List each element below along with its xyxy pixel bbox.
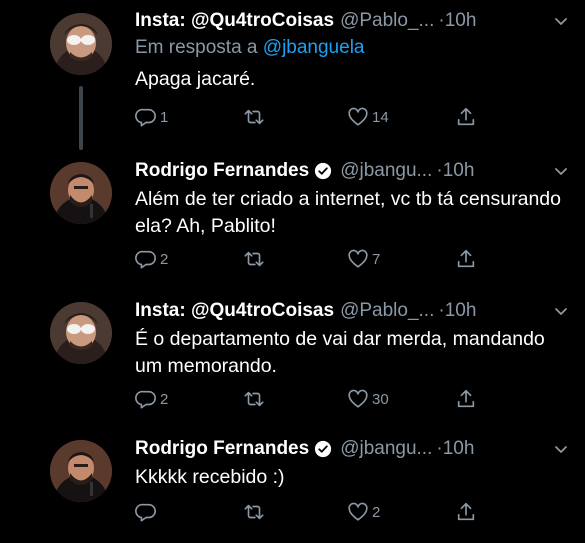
reply-icon	[135, 250, 156, 269]
conversation-thread: Insta: @Qu4troCoisas @Pablo_... · 10h Em…	[0, 0, 585, 543]
share-icon	[457, 389, 475, 408]
user-handle[interactable]: @jbangu...	[340, 160, 432, 182]
tweet-text: Além de ter criado a internet, vc tb tá …	[135, 188, 561, 237]
share-icon	[457, 107, 475, 126]
reply-button[interactable]: 2	[135, 247, 168, 271]
heart-icon	[348, 389, 368, 408]
like-count: 2	[372, 503, 381, 521]
tweet-actions: 2 7	[135, 247, 569, 271]
display-name[interactable]: Rodrigo Fernandes	[135, 160, 309, 182]
share-icon	[457, 249, 475, 268]
tweet-actions: 2	[135, 500, 569, 524]
tweet-actions: 2 30	[135, 387, 569, 411]
user-handle[interactable]: @jbangu...	[340, 438, 432, 460]
tweet-text: É o departamento de vai dar merda, manda…	[135, 328, 545, 377]
reply-icon	[135, 503, 156, 522]
tweet[interactable]: Rodrigo Fernandes @jbangu... · 10h Além …	[0, 150, 585, 290]
tweet[interactable]: Rodrigo Fernandes @jbangu... · 10h Kkkkk…	[0, 428, 585, 543]
retweet-button[interactable]	[243, 387, 268, 411]
share-button[interactable]	[455, 105, 477, 129]
display-name[interactable]: Insta: @Qu4troCoisas	[135, 10, 334, 32]
tweet-text: Apaga jacaré.	[135, 68, 256, 90]
like-button[interactable]: 30	[347, 387, 389, 411]
user-handle[interactable]: @Pablo_...	[340, 300, 434, 322]
reply-button[interactable]	[135, 500, 160, 524]
timestamp[interactable]: 10h	[443, 160, 475, 182]
reply-button[interactable]: 2	[135, 387, 168, 411]
retweet-button[interactable]	[243, 500, 268, 524]
share-button[interactable]	[455, 387, 477, 411]
retweet-icon	[244, 504, 264, 520]
chevron-down-icon[interactable]	[553, 163, 569, 179]
retweet-button[interactable]	[243, 105, 268, 129]
tweet-header: Insta: @Qu4troCoisas @Pablo_... · 10h	[135, 8, 569, 34]
reply-icon	[135, 390, 156, 409]
reply-context: Em resposta a @jbanguela	[135, 34, 569, 62]
tweet[interactable]: Insta: @Qu4troCoisas @Pablo_... · 10h É …	[0, 290, 585, 428]
tweet-actions: 1 14	[135, 105, 569, 129]
avatar[interactable]	[50, 162, 112, 224]
like-count: 30	[372, 390, 389, 408]
heart-icon	[348, 502, 368, 521]
timestamp[interactable]: 10h	[445, 300, 477, 322]
reply-mention-link[interactable]: @jbanguela	[263, 37, 365, 58]
like-button[interactable]: 7	[347, 247, 380, 271]
retweet-button[interactable]	[243, 247, 268, 271]
heart-icon	[348, 249, 368, 268]
retweet-icon	[244, 251, 264, 267]
timestamp[interactable]: 10h	[445, 10, 477, 32]
chevron-down-icon[interactable]	[553, 441, 569, 457]
tweet[interactable]: Insta: @Qu4troCoisas @Pablo_... · 10h Em…	[0, 0, 585, 150]
chevron-down-icon[interactable]	[553, 13, 569, 29]
reply-count: 1	[160, 108, 169, 126]
tweet-header: Insta: @Qu4troCoisas @Pablo_... · 10h	[135, 298, 569, 324]
reply-count: 2	[160, 390, 169, 408]
user-handle[interactable]: @Pablo_...	[340, 10, 434, 32]
like-count: 14	[372, 108, 389, 126]
avatar[interactable]	[50, 302, 112, 364]
reply-button[interactable]: 1	[135, 105, 168, 129]
reply-prefix: Em resposta a	[135, 37, 263, 58]
timestamp[interactable]: 10h	[443, 438, 475, 460]
display-name[interactable]: Insta: @Qu4troCoisas	[135, 300, 334, 322]
display-name[interactable]: Rodrigo Fernandes	[135, 438, 309, 460]
share-icon	[457, 502, 475, 521]
retweet-icon	[244, 391, 264, 407]
avatar[interactable]	[50, 13, 112, 75]
share-button[interactable]	[455, 247, 477, 271]
reply-count: 2	[160, 250, 169, 268]
tweet-header: Rodrigo Fernandes @jbangu... · 10h	[135, 158, 569, 184]
share-button[interactable]	[455, 500, 477, 524]
like-button[interactable]: 2	[347, 500, 380, 524]
tweet-header: Rodrigo Fernandes @jbangu... · 10h	[135, 436, 569, 462]
avatar[interactable]	[50, 440, 112, 502]
chevron-down-icon[interactable]	[553, 303, 569, 319]
heart-icon	[348, 107, 368, 126]
verified-badge-icon	[314, 440, 332, 458]
retweet-icon	[244, 109, 264, 125]
like-button[interactable]: 14	[347, 105, 389, 129]
verified-badge-icon	[314, 162, 332, 180]
tweet-text: Kkkkk recebido :)	[135, 466, 285, 488]
reply-icon	[135, 108, 156, 127]
thread-connector	[79, 86, 83, 150]
like-count: 7	[372, 250, 381, 268]
